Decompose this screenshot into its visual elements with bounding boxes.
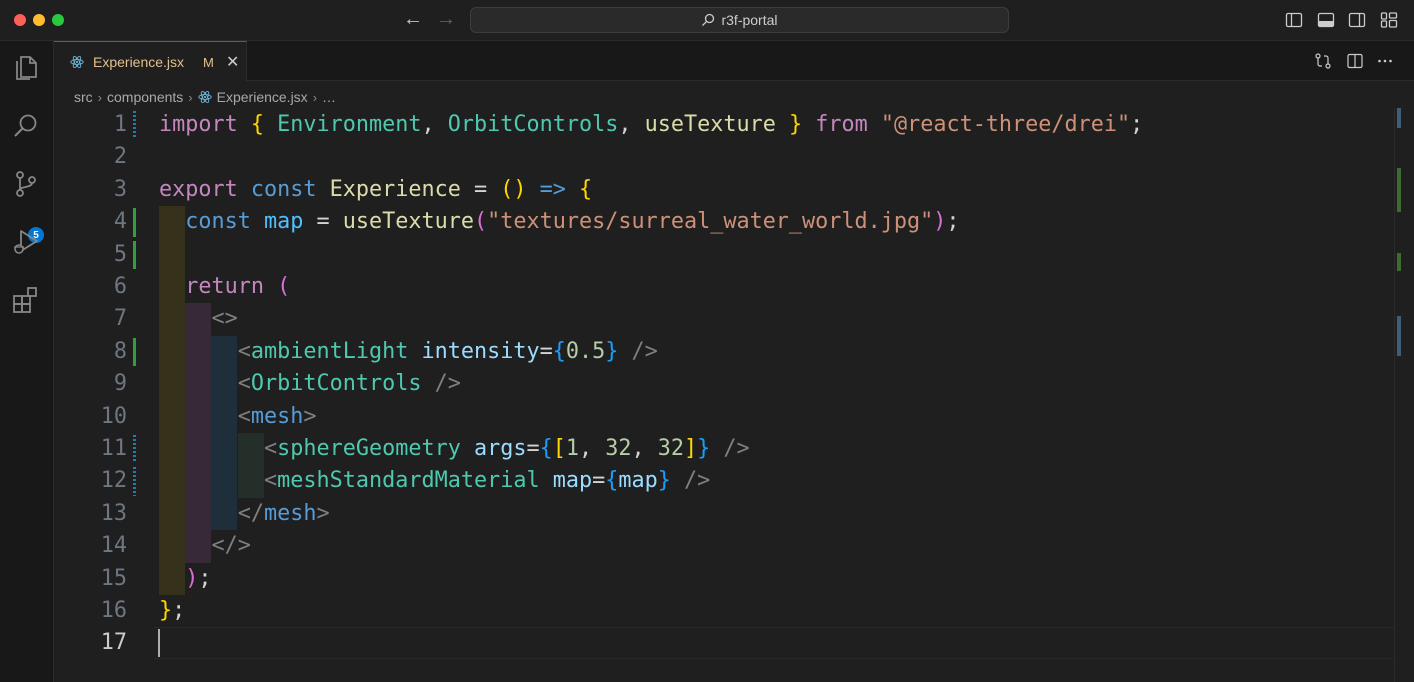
line-number: 6 xyxy=(113,274,127,299)
line-number: 17 xyxy=(100,630,127,656)
code-text: <> xyxy=(211,306,238,332)
line-number: 16 xyxy=(100,598,127,623)
code-text: <ambientLight intensity={0.5} /> xyxy=(237,338,658,364)
text-cursor xyxy=(158,629,160,658)
code-line[interactable]: 7 <> xyxy=(54,303,1394,336)
tab-label: Experience.jsx xyxy=(93,54,185,70)
breadcrumb: src › components › Experience.jsx › … xyxy=(74,86,336,108)
run-debug-icon[interactable] xyxy=(11,227,41,257)
go-forward-button[interactable]: → xyxy=(436,9,456,29)
line-number: 13 xyxy=(100,500,127,526)
chevron-right-icon: › xyxy=(312,89,318,105)
code-line[interactable]: 14 </> xyxy=(54,530,1394,563)
toggle-secondary-sidebar-icon[interactable] xyxy=(1348,11,1366,29)
toggle-primary-sidebar-icon[interactable] xyxy=(1285,11,1303,29)
command-center-search[interactable]: r3f-portal xyxy=(470,7,1009,33)
code-text: import { Environment, OrbitControls, use… xyxy=(159,112,1144,137)
code-line[interactable]: 10 <mesh> xyxy=(54,400,1394,433)
more-actions-icon[interactable] xyxy=(1376,52,1394,70)
minimize-window-button[interactable] xyxy=(33,14,45,26)
breadcrumb-src[interactable]: src xyxy=(74,89,93,105)
line-number: 12 xyxy=(100,468,127,494)
search-icon[interactable] xyxy=(11,111,41,141)
code-line[interactable]: 17 xyxy=(54,627,1394,660)
git-change-marker[interactable] xyxy=(133,111,136,140)
code-line[interactable]: 13 </mesh> xyxy=(54,497,1394,531)
code-line[interactable]: 3 export const Experience = () => { xyxy=(54,174,1394,206)
line-number: 1 xyxy=(113,112,127,137)
breadcrumb-symbol[interactable]: … xyxy=(322,89,336,105)
search-icon xyxy=(702,13,715,26)
overview-modified-marker xyxy=(1397,253,1401,271)
code-text: ); xyxy=(185,565,212,591)
line-number: 14 xyxy=(100,533,127,559)
line-number: 8 xyxy=(113,338,127,364)
code-line[interactable]: 11 <sphereGeometry args={[1, 32, 32]} /> xyxy=(54,433,1394,466)
line-number: 10 xyxy=(100,403,127,429)
code-line[interactable]: 1 import { Environment, OrbitControls, us… xyxy=(54,109,1394,141)
editor-tab-bar: Experience.jsx M ✕ xyxy=(54,41,1414,81)
files-icon[interactable] xyxy=(11,53,41,83)
chevron-right-icon: › xyxy=(97,89,103,105)
open-changes-icon[interactable] xyxy=(1314,52,1332,70)
code-line[interactable]: 12 <meshStandardMaterial map={map} /> xyxy=(54,465,1394,498)
code-text: </mesh> xyxy=(237,500,330,526)
extensions-icon[interactable] xyxy=(11,285,41,315)
overview-modified-marker xyxy=(1397,168,1401,212)
code-text: <mesh> xyxy=(237,403,317,429)
code-line[interactable]: 6 return ( xyxy=(54,271,1394,304)
customize-layout-icon[interactable] xyxy=(1380,11,1398,29)
line-number: 15 xyxy=(100,565,127,591)
code-line[interactable]: 9 <OrbitControls /> xyxy=(54,368,1394,401)
react-file-icon xyxy=(70,56,84,68)
go-back-button[interactable]: ← xyxy=(403,9,423,29)
overview-stripe-marker xyxy=(1397,108,1401,128)
code-text: export const Experience = () => { xyxy=(159,176,593,202)
code-line[interactable]: 16}; xyxy=(54,595,1394,627)
code-text: </> xyxy=(211,533,251,559)
git-modified-marker[interactable] xyxy=(133,337,136,367)
git-change-marker[interactable] xyxy=(133,435,136,464)
activity-bar: 5 xyxy=(0,41,54,682)
breadcrumb-components[interactable]: components xyxy=(107,89,183,105)
title-bar: ← → r3f-portal xyxy=(0,0,1414,41)
code-text: const map = useTexture("textures/surreal… xyxy=(185,209,960,235)
modified-indicator: M xyxy=(203,55,214,70)
git-modified-marker[interactable] xyxy=(133,208,136,237)
line-number: 2 xyxy=(113,144,127,170)
code-line[interactable]: 15 ); xyxy=(54,562,1394,595)
line-number: 4 xyxy=(113,209,127,235)
close-window-button[interactable] xyxy=(14,14,26,26)
code-line[interactable]: 4 const map = useTexture("textures/surre… xyxy=(54,206,1394,239)
code-text: <sphereGeometry args={[1, 32, 32]} /> xyxy=(263,436,750,461)
code-line[interactable]: 8 <ambientLight intensity={0.5} /> xyxy=(54,335,1394,369)
line-number: 11 xyxy=(100,436,127,461)
zoom-window-button[interactable] xyxy=(52,14,64,26)
line-number: 9 xyxy=(113,371,127,397)
react-file-icon xyxy=(197,91,212,103)
breadcrumb-file[interactable]: Experience.jsx xyxy=(217,89,308,105)
source-control-icon[interactable] xyxy=(11,169,41,199)
code-text: }; xyxy=(159,598,186,623)
current-line-highlight xyxy=(154,627,1394,660)
code-line[interactable]: 5 xyxy=(54,238,1394,271)
toggle-panel-icon[interactable] xyxy=(1317,11,1335,29)
indent-guide xyxy=(159,238,185,271)
tab-experience-jsx[interactable]: Experience.jsx M ✕ xyxy=(54,41,247,81)
code-text: return ( xyxy=(185,274,291,299)
line-number: 5 xyxy=(113,241,127,267)
code-editor[interactable]: 1 import { Environment, OrbitControls, us… xyxy=(54,108,1414,682)
split-editor-icon[interactable] xyxy=(1346,52,1364,70)
chevron-right-icon: › xyxy=(188,89,193,105)
overview-stripe-marker xyxy=(1397,316,1401,356)
line-number: 7 xyxy=(113,306,127,332)
window-title: r3f-portal xyxy=(721,12,778,28)
git-change-marker[interactable] xyxy=(133,467,136,496)
close-tab-button[interactable]: ✕ xyxy=(226,52,239,72)
code-line[interactable]: 2 xyxy=(54,141,1394,173)
code-text: <meshStandardMaterial map={map} /> xyxy=(263,468,711,494)
code-text: <OrbitControls /> xyxy=(237,371,461,397)
git-modified-marker[interactable] xyxy=(133,240,136,269)
line-number: 3 xyxy=(113,176,127,202)
